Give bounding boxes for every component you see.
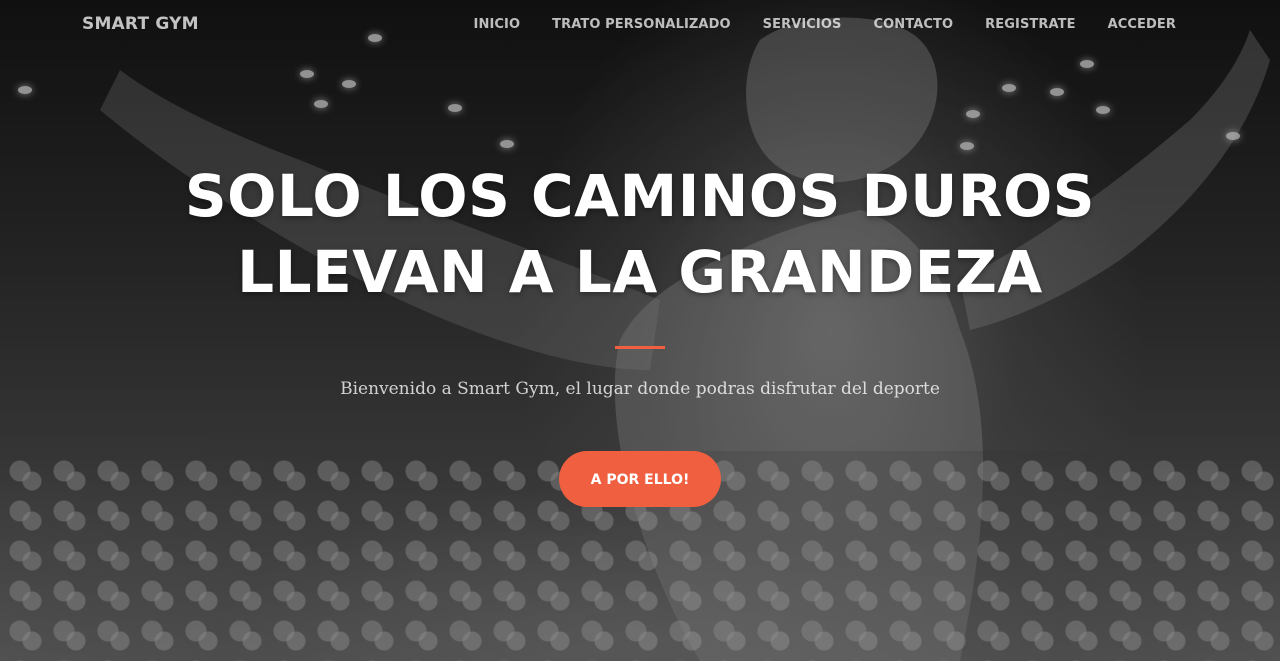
hero-subtitle: Bienvenido a Smart Gym, el lugar donde p… [340, 379, 940, 399]
top-navbar: SMART GYM INICIO TRATO PERSONALIZADO SER… [0, 0, 1280, 52]
nav-item-contacto[interactable]: CONTACTO [873, 17, 953, 32]
nav-item-inicio[interactable]: INICIO [474, 17, 521, 32]
hero-heading-line-2: LLEVAN A LA GRANDEZA [237, 238, 1043, 306]
hero-content: SOLO LOS CAMINOS DUROS LLEVAN A LA GRAND… [0, 158, 1280, 507]
hero-section: SMART GYM INICIO TRATO PERSONALIZADO SER… [0, 0, 1280, 661]
brand-logo[interactable]: SMART GYM [82, 14, 199, 34]
cta-button[interactable]: A POR ELLO! [559, 451, 721, 507]
nav-item-trato-personalizado[interactable]: TRATO PERSONALIZADO [552, 17, 731, 32]
hero-heading-line-1: SOLO LOS CAMINOS DUROS [184, 162, 1096, 230]
hero-heading: SOLO LOS CAMINOS DUROS LLEVAN A LA GRAND… [140, 158, 1140, 310]
nav-item-servicios[interactable]: SERVICIOS [763, 17, 842, 32]
nav-menu: INICIO TRATO PERSONALIZADO SERVICIOS CON… [442, 17, 1176, 32]
nav-item-registrate[interactable]: REGISTRATE [985, 17, 1075, 32]
nav-item-acceder[interactable]: ACCEDER [1108, 17, 1176, 32]
accent-divider [615, 346, 665, 349]
